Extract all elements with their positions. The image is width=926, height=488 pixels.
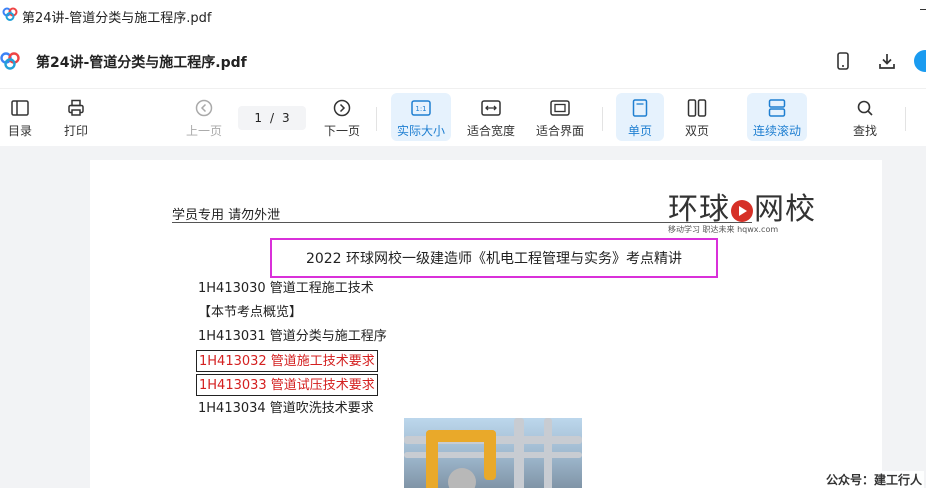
continuous-scroll-button[interactable]: 连续滚动 xyxy=(747,93,807,141)
double-page-icon xyxy=(687,99,707,117)
chevron-right-circle-icon xyxy=(333,99,351,117)
actual-size-button[interactable]: 1:1 实际大小 xyxy=(391,93,451,141)
mobile-icon xyxy=(837,52,849,70)
print-button[interactable]: 打印 xyxy=(58,93,94,141)
fit-width-icon xyxy=(481,100,501,116)
search-label: 查找 xyxy=(852,124,877,138)
single-page-icon xyxy=(632,99,648,117)
page-header-rule xyxy=(172,222,752,223)
actual-size-label: 实际大小 xyxy=(396,124,445,138)
next-page-label: 下一页 xyxy=(323,124,360,138)
print-label: 打印 xyxy=(63,124,88,138)
toolbar-divider xyxy=(905,107,906,131)
search-icon xyxy=(857,100,873,116)
page-number-field[interactable]: 1 / 3 xyxy=(238,106,306,130)
page-current: 1 xyxy=(254,111,262,125)
mobile-view-button[interactable] xyxy=(832,50,854,72)
toc-button[interactable]: 目录 xyxy=(2,93,38,141)
document-title: 第24讲-管道分类与施工程序.pdf xyxy=(36,55,247,71)
fit-width-label: 适合宽度 xyxy=(466,124,515,138)
document-header: 第24讲-管道分类与施工程序.pdf xyxy=(0,36,926,86)
download-icon xyxy=(879,54,895,69)
brand-right-text: 网校 xyxy=(754,192,816,227)
double-page-button[interactable]: 双页 xyxy=(674,93,720,141)
page-total: 3 xyxy=(282,111,290,125)
chevron-left-circle-icon xyxy=(195,99,213,117)
single-page-button[interactable]: 单页 xyxy=(616,93,664,141)
svg-text:1:1: 1:1 xyxy=(415,105,426,113)
document-viewer[interactable]: 学员专用 请勿外泄 环球 网校 移动学习 职达未来 hqwx.com 2022 环… xyxy=(0,146,926,488)
viewer-toolbar: 目录 打印 上一页 1 / 3 下一页 1:1 实际大小 适合宽度 适合界面 单… xyxy=(0,88,926,146)
single-page-label: 单页 xyxy=(627,124,652,138)
window-titlebar: 第24讲-管道分类与施工程序.pdf xyxy=(0,0,926,30)
sidebar-icon xyxy=(11,100,29,116)
continuous-scroll-label: 连续滚动 xyxy=(752,124,801,138)
app-logo-icon xyxy=(0,52,20,70)
search-button[interactable]: 查找 xyxy=(842,93,888,141)
fit-width-button[interactable]: 适合宽度 xyxy=(463,93,519,141)
pdf-page: 学员专用 请勿外泄 环球 网校 移动学习 职达未来 hqwx.com 2022 环… xyxy=(90,160,882,488)
fit-page-icon xyxy=(550,100,570,116)
toc-label: 目录 xyxy=(7,124,32,138)
page-watermark-text: 学员专用 请勿外泄 xyxy=(172,208,281,223)
outline-item: 1H413030 管道工程施工技术 xyxy=(198,281,374,296)
photo-valve xyxy=(448,468,476,488)
minimize-button[interactable] xyxy=(916,3,926,15)
play-icon xyxy=(731,199,753,222)
document-heading: 2022 环球网校一级建造师《机电工程管理与实务》考点精讲 xyxy=(305,251,683,267)
continuous-scroll-icon xyxy=(768,99,786,117)
actual-size-icon: 1:1 xyxy=(411,100,431,116)
double-page-label: 双页 xyxy=(684,124,709,138)
outline-item-highlighted: 1H413033 管道试压技术要求 xyxy=(196,374,378,396)
brand-tagline: 移动学习 职达未来 hqwx.com xyxy=(668,225,779,234)
outline-item: 1H413031 管道分类与施工程序 xyxy=(198,329,387,344)
fit-page-button[interactable]: 适合界面 xyxy=(532,93,588,141)
photo-pipe xyxy=(484,430,496,480)
prev-page-button[interactable]: 上一页 xyxy=(182,93,226,141)
app-logo-icon xyxy=(2,7,18,21)
window-title: 第24讲-管道分类与施工程序.pdf xyxy=(22,11,212,26)
photo-pipe xyxy=(544,418,552,488)
avatar[interactable] xyxy=(914,50,926,72)
brand-logo: 环球 网校 xyxy=(668,184,816,228)
page-separator: / xyxy=(269,111,275,125)
outline-item-highlighted: 1H413032 管道施工技术要求 xyxy=(196,350,378,372)
pipeline-photo xyxy=(404,418,582,488)
heading-highlight-box: 2022 环球网校一级建造师《机电工程管理与实务》考点精讲 xyxy=(270,238,718,278)
photo-pipe xyxy=(514,418,524,488)
wechat-account-note: 公众号：建工行人 xyxy=(823,471,924,488)
toolbar-divider xyxy=(376,107,377,131)
outline-item: 【本节考点概览】 xyxy=(198,305,303,320)
toolbar-divider xyxy=(602,107,603,131)
prev-page-label: 上一页 xyxy=(185,124,222,138)
download-button[interactable] xyxy=(876,50,898,72)
brand-left-text: 环球 xyxy=(668,192,730,227)
outline-item: 1H413034 管道吹洗技术要求 xyxy=(198,401,374,416)
fit-page-label: 适合界面 xyxy=(535,124,584,138)
printer-icon xyxy=(68,99,84,116)
next-page-button[interactable]: 下一页 xyxy=(320,93,364,141)
